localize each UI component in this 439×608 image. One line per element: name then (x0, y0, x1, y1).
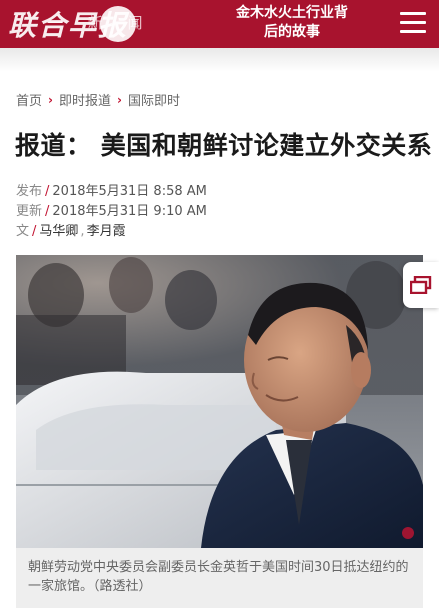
published-label: 发布 (16, 184, 43, 199)
published-date: 2018年5月31日 8:58 AM (52, 184, 207, 199)
updated-label: 更新 (16, 204, 43, 219)
chevron-right-icon: › (116, 92, 122, 107)
article-title: 报道： 美国和朝鲜讨论建立外交关系 (15, 131, 433, 160)
breadcrumb: 首页 › 即时报道 › 国际即时 (16, 90, 180, 110)
updated-row: 更新/2018年5月31日 9:10 AM (16, 204, 207, 219)
breadcrumb-realtime[interactable]: 即时报道 (59, 90, 111, 109)
promo-line-1: 金木水火土行业背 (236, 5, 348, 21)
breadcrumb-international[interactable]: 国际即时 (128, 90, 180, 109)
promo-link[interactable]: 金木水火土行业背 后的故事 (222, 4, 362, 42)
header-divider (0, 48, 439, 72)
share-window-icon[interactable] (403, 262, 439, 308)
author-link[interactable]: 马华卿 (39, 224, 78, 239)
article-meta: 发布/2018年5月31日 8:58 AM 更新/2018年5月31日 9:10… (16, 182, 207, 242)
top-header: 联合早报 一 新 闻 金木水火土行业背 后的故事 (0, 0, 439, 48)
logo-subtext: 一 新 闻 (48, 14, 153, 32)
breadcrumb-home[interactable]: 首页 (16, 90, 42, 109)
article-photo (16, 255, 423, 548)
hamburger-menu-icon[interactable] (400, 12, 426, 34)
updated-date: 2018年5月31日 9:10 AM (52, 204, 207, 219)
author-link[interactable]: 李月霞 (87, 224, 126, 239)
promo-line-2: 后的故事 (264, 24, 320, 40)
author-label: 文 (16, 224, 30, 239)
photo-caption: 朝鲜劳动党中央委员会副委员长金英哲于美国时间30日抵达纽约的一家旅馆。（路透社） (16, 548, 423, 608)
chevron-right-icon: › (48, 92, 53, 107)
site-logo[interactable]: 联合早报 一 新 闻 (8, 4, 180, 44)
author-row: 文 / 马华卿, 李月霞 (16, 224, 126, 239)
published-row: 发布/2018年5月31日 8:58 AM (16, 184, 207, 199)
